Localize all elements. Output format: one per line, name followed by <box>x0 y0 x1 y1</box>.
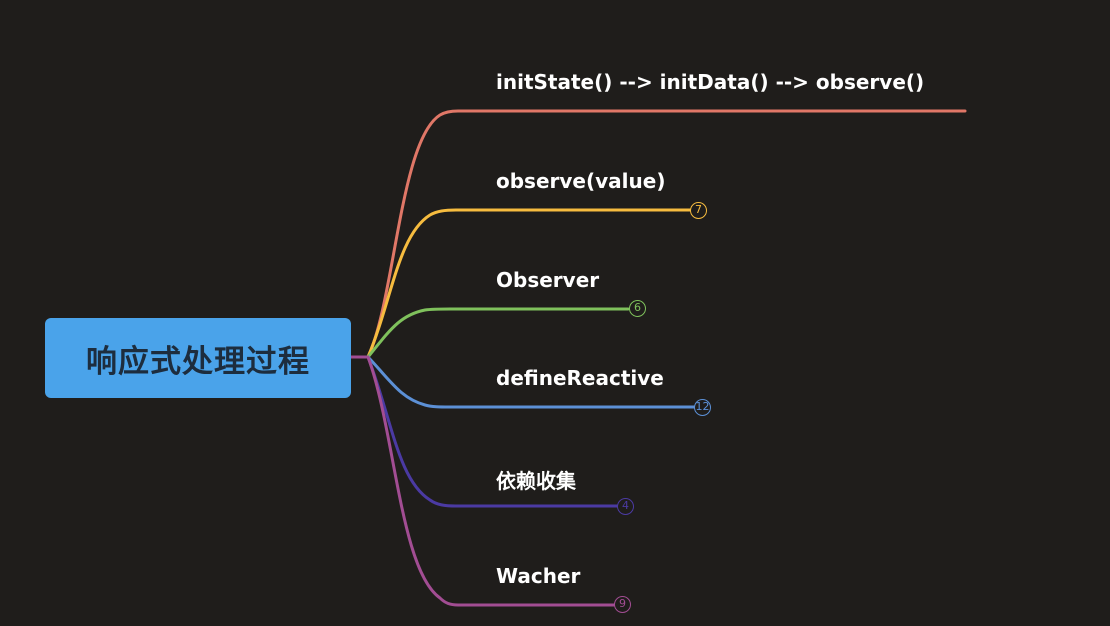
collapsed-children-count-badge[interactable]: 12 <box>694 399 711 416</box>
branch-topic-dependency-collection[interactable]: 依赖收集 <box>496 465 576 494</box>
root-topic-label: 响应式处理过程 <box>86 343 310 380</box>
collapsed-children-count-badge[interactable]: 4 <box>617 498 634 515</box>
collapsed-children-count-badge[interactable]: 9 <box>614 596 631 613</box>
branch-topic-init-chain[interactable]: initState() --> initData() --> observe() <box>496 70 924 94</box>
branch-topic-define-reactive[interactable]: defineReactive <box>496 366 664 390</box>
branch-connector-observer <box>366 307 630 359</box>
mindmap-canvas: 响应式处理过程 initState() --> initData() --> o… <box>0 0 1110 626</box>
collapsed-children-count-badge[interactable]: 6 <box>629 300 646 317</box>
collapsed-children-count-badge[interactable]: 7 <box>690 202 707 219</box>
branch-connector-init-chain <box>366 109 967 359</box>
branch-topic-wacher[interactable]: Wacher <box>496 564 580 588</box>
branch-topic-observe-value[interactable]: observe(value) <box>496 169 665 193</box>
branch-topic-observer[interactable]: Observer <box>496 268 599 292</box>
root-topic[interactable]: 响应式处理过程 <box>45 318 351 398</box>
